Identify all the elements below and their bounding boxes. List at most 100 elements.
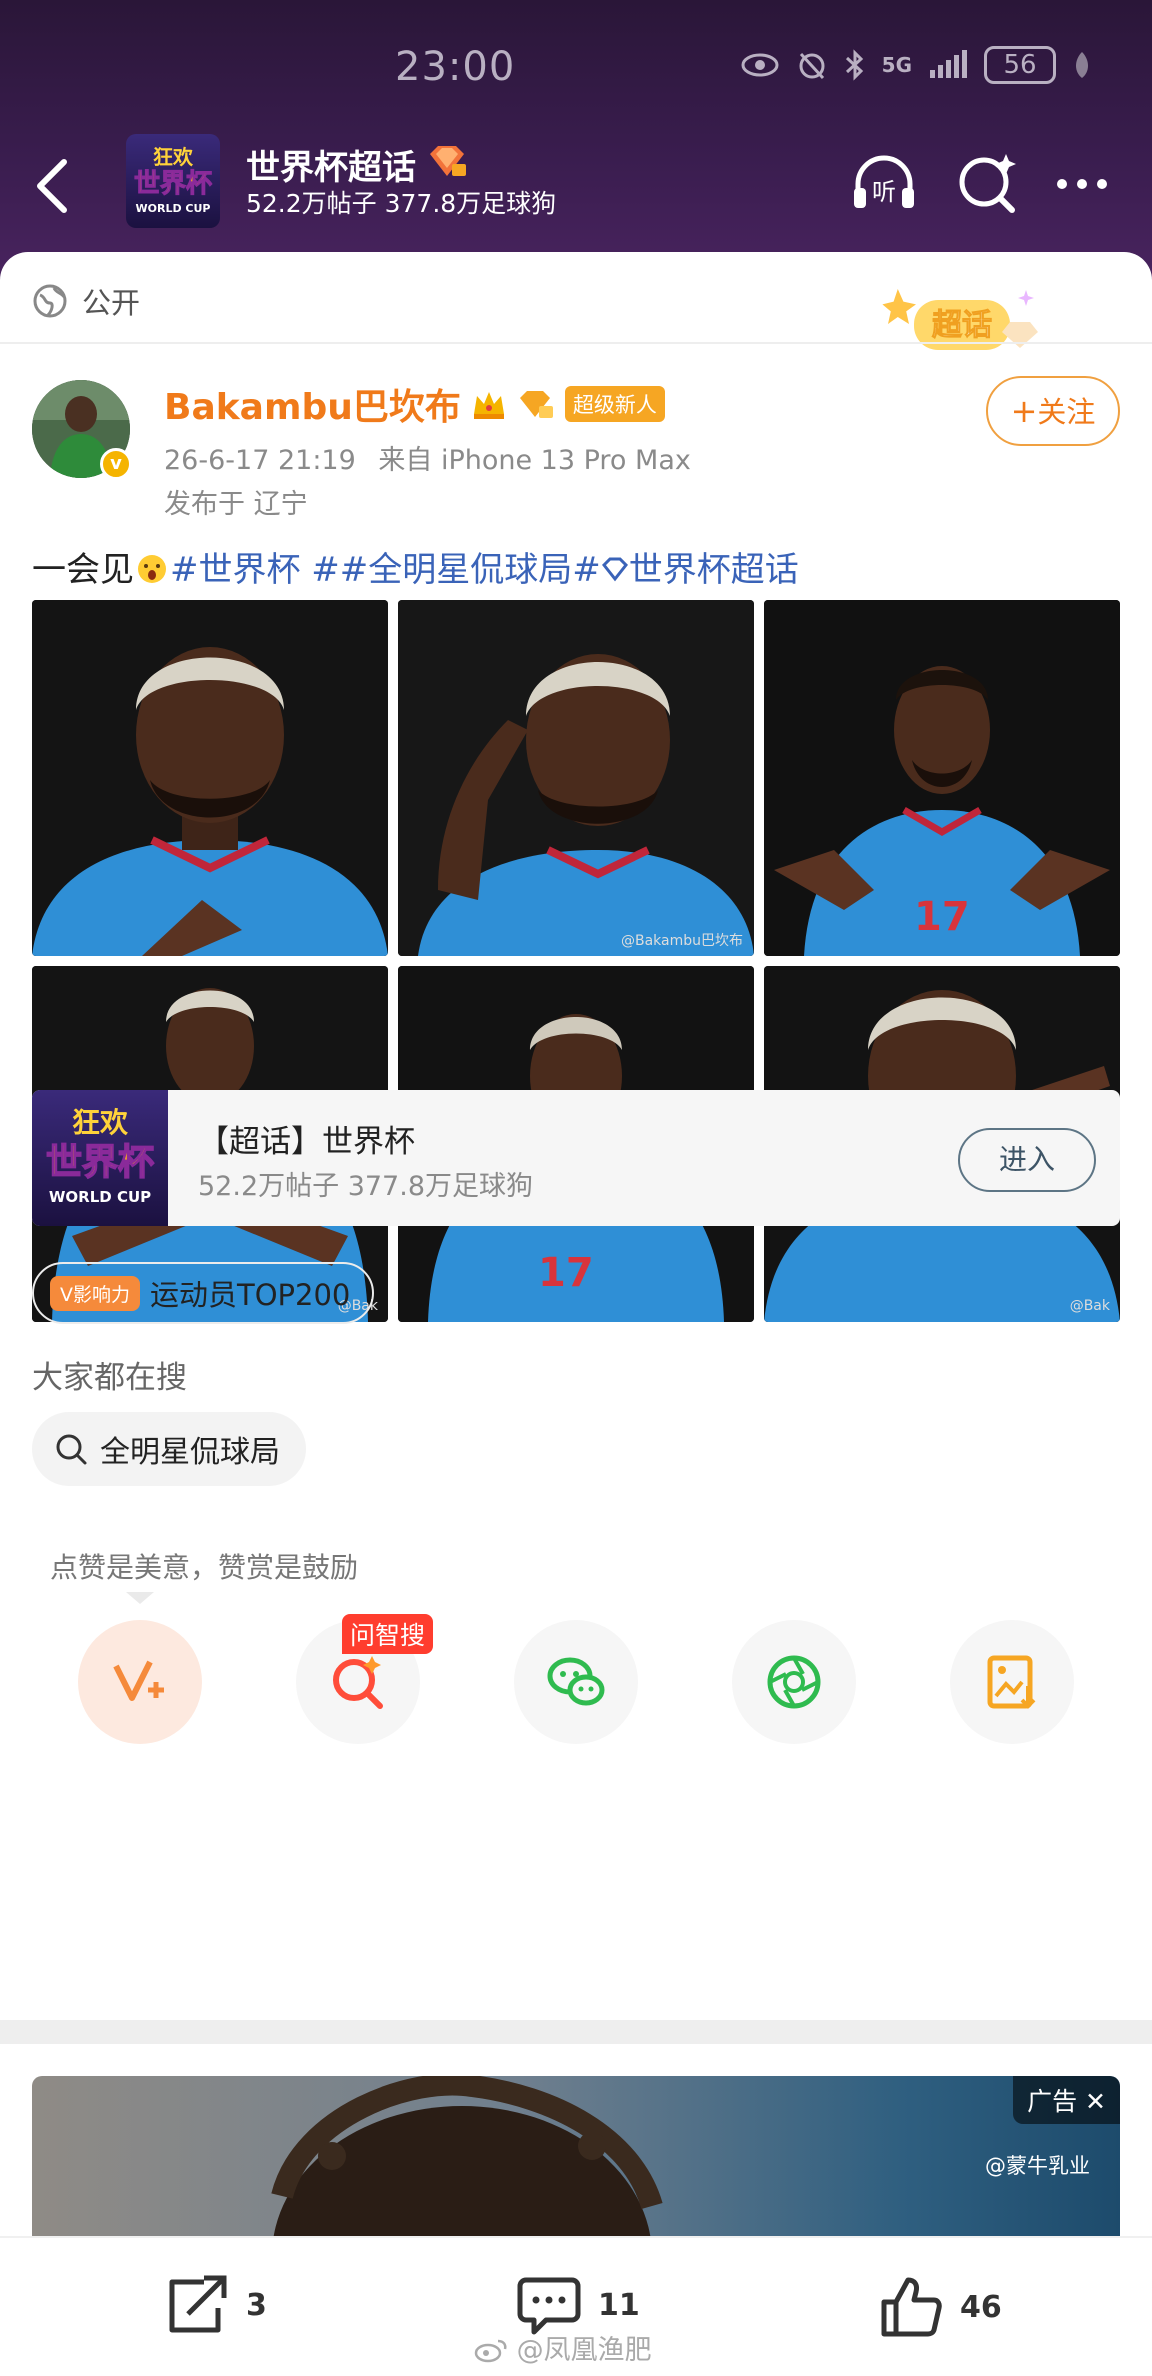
v-plus-icon [113,1660,164,1701]
status-icons: 5G 56 [740,46,1092,84]
topic-title: 世界杯超话 [246,148,416,188]
topic-card[interactable]: 狂欢 世界杯 WORLD CUP 【超话】世界杯 52.2万帖子 377.8万足… [32,1090,1120,1226]
influence-label: 运动员TOP200 [150,1278,351,1312]
jersey-number: 17 [914,894,970,940]
thumbs-up-icon [881,2277,942,2337]
close-icon[interactable]: ✕ [1085,2087,1106,2116]
crown-icon [473,392,504,419]
topic-card-logo: 狂欢 世界杯 WORLD CUP [32,1090,168,1226]
chaohua-badge: 超话 [878,282,1058,372]
like-button[interactable]: 46 [878,2274,1002,2340]
chaohua-badge-label: 超话 [932,308,992,343]
nav-bar: 狂欢 世界杯 WORLD CUP 世界杯超话 52.2万帖子 377.8万足球狗… [0,128,1152,238]
watermark-text: @凤凰渔肥 [516,2335,652,2366]
ai-search-badge: 问智搜 [342,1614,434,1654]
svg-text:听: 听 [872,178,896,206]
post-text: 一会见 #世界杯 ##全明星侃球局# 世界杯超话 [32,542,799,591]
influence-chip[interactable]: V影响力 运动员TOP200 [32,1262,375,1324]
like-count: 46 [960,2289,1002,2325]
search-suggestion-label: 全明星侃球局 [100,1435,280,1470]
topic-card-title: 【超话】世界杯 [198,1124,415,1160]
author-name[interactable]: Bakambu巴坎布 [164,378,461,430]
visibility-row: 公开 [32,276,140,326]
photo-watermark: @Bakambu巴坎布 [621,933,743,949]
verified-badge-icon: v [100,448,132,480]
tip-arrow [126,1592,154,1604]
hashtag-worldcup[interactable]: #世界杯 # [170,550,340,590]
enter-topic-button[interactable]: 进入 [958,1128,1096,1192]
moments-aperture-icon [767,1655,821,1709]
reward-button[interactable] [78,1620,202,1744]
moments-share-button[interactable] [732,1620,856,1744]
status-time: 23:00 [395,44,516,90]
influence-tag: V影响力 [50,1275,140,1311]
topic-stats: 52.2万帖子 377.8万足球狗 [246,189,557,218]
network-type: 5G [881,53,912,77]
logo-word-shijiebei: 世界杯 [46,1142,154,1183]
emoji-surprised-icon [138,555,166,583]
logo-word-worldcup: WORLD CUP [136,202,211,215]
logo-word-kuanghuan: 狂欢 [72,1106,129,1139]
post-photo-1[interactable] [32,600,388,956]
globe-icon [33,284,67,318]
section-separator [0,2020,1152,2044]
topic-card-stats: 52.2万帖子 377.8万足球狗 [198,1171,533,1202]
ad-banner[interactable]: 广告 ✕ @蒙牛乳业 [32,2076,1120,2236]
topic-header: 23:00 5G 56 狂欢 世界杯 WORLD CUP 世界杯超话 52.2万… [0,0,1152,290]
ai-search-icon[interactable] [952,148,1024,220]
back-arrow-icon[interactable] [30,156,74,216]
comment-button[interactable]: 11 [516,2274,640,2336]
gem-badge-icon [430,146,466,176]
wechat-icon [547,1657,605,1706]
repost-icon [169,2275,227,2333]
listen-headphone-icon[interactable]: 听 [848,148,920,220]
logo-word-shijiebei: 世界杯 [134,169,212,199]
reward-tip: 点赞是美意，赞赏是鼓励 [50,1551,359,1584]
jersey-number: 17 [538,1250,594,1296]
weibo-logo-icon [474,2339,507,2363]
save-image-button[interactable] [950,1620,1074,1744]
bluetooth-icon [845,49,863,81]
battery-level: 56 [984,46,1056,84]
diamond-icon [601,557,628,582]
plus-icon: + [1010,392,1038,430]
repost-button[interactable]: 3 [164,2274,267,2336]
post-photo-2[interactable]: @Bakambu巴坎布 [398,600,754,956]
post-time: 26-6-17 21:19 [164,445,356,476]
author-row: Bakambu巴坎布 超级新人 [164,378,665,430]
gem-level-icon [519,391,553,418]
post-meta: 26-6-17 21:19 来自 iPhone 13 Pro Max [164,438,691,477]
search-section-title: 大家都在搜 [32,1360,187,1396]
ad-brand: @蒙牛乳业 [985,2154,1090,2178]
logo-word-kuanghuan: 狂欢 [153,145,194,169]
visibility-label: 公开 [82,286,141,320]
eye-icon [741,53,779,77]
hashtag-chaohua[interactable]: 世界杯超话 [629,550,799,590]
search-suggestion-chip[interactable]: 全明星侃球局 [32,1412,306,1486]
divider [0,342,1152,344]
more-dots-icon[interactable] [1046,148,1118,220]
post-location: 发布于 辽宁 [164,489,308,520]
topic-logo[interactable]: 狂欢 世界杯 WORLD CUP [126,134,220,228]
photo-watermark-short: @Bak [1070,1298,1111,1314]
comment-count: 11 [598,2287,640,2323]
status-bar: 23:00 5G 56 [0,40,1152,96]
logo-word-worldcup: WORLD CUP [49,1188,151,1206]
repost-count: 3 [246,2287,267,2323]
post-text-prefix: 一会见 [32,550,134,590]
signal-icon [930,50,967,78]
hashtag-allstar[interactable]: #全明星侃球局# [340,550,601,590]
post-source: 来自 iPhone 13 Pro Max [378,445,691,476]
wechat-share-button[interactable] [514,1620,638,1744]
new-user-badge: 超级新人 [564,386,665,422]
follow-button[interactable]: +关注 [986,376,1120,446]
post-photo-3[interactable]: 17 [764,600,1120,956]
comment-icon [517,2277,581,2335]
image-watermark: @凤凰渔肥 [474,2328,652,2367]
ad-label-text: 广告 [1027,2087,1078,2116]
save-image-icon [987,1655,1036,1709]
leaf-icon [1076,52,1088,78]
ad-label[interactable]: 广告 ✕ [1013,2076,1120,2124]
ai-search-icon [333,1656,383,1709]
follow-label: 关注 [1037,395,1096,429]
